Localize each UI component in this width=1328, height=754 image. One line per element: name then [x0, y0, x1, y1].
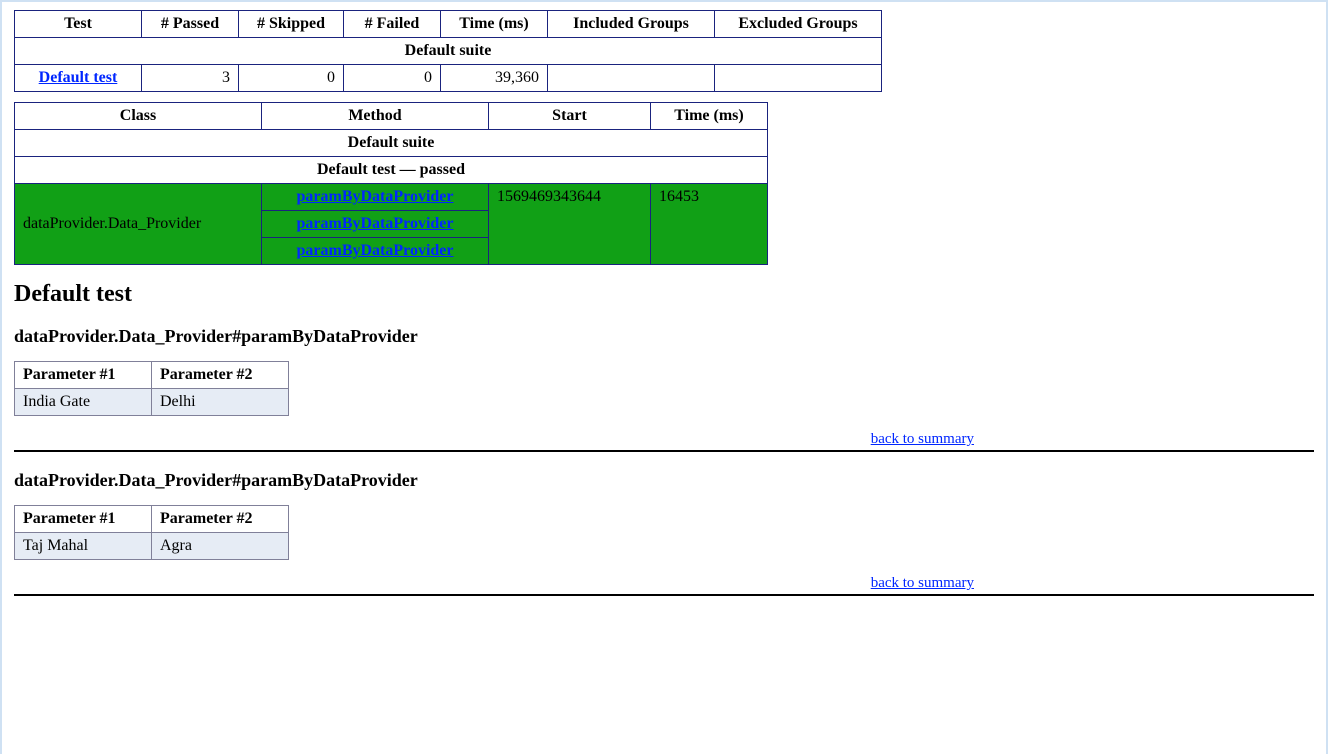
- param-value-2: Delhi: [152, 389, 289, 416]
- summary-suite-row: Default suite: [15, 38, 882, 65]
- params-value-row: India Gate Delhi: [15, 389, 289, 416]
- report-page: Test # Passed # Skipped # Failed Time (m…: [0, 0, 1328, 754]
- param-value-1: Taj Mahal: [15, 533, 152, 560]
- method-heading: dataProvider.Data_Provider#paramByDataPr…: [14, 470, 1314, 491]
- params-table: Parameter #1 Parameter #2 India Gate Del…: [14, 361, 289, 416]
- separator: [14, 450, 1314, 452]
- summary-table: Test # Passed # Skipped # Failed Time (m…: [14, 10, 882, 92]
- summary-test-link[interactable]: Default test: [39, 69, 118, 86]
- details-header-row: Class Method Start Time (ms): [15, 103, 768, 130]
- separator: [14, 594, 1314, 596]
- details-method-cell: paramByDataProvider: [262, 211, 489, 238]
- col-test: Test: [15, 11, 142, 38]
- summary-included: [548, 65, 715, 92]
- col-skipped: # Skipped: [239, 11, 344, 38]
- params-header-row: Parameter #1 Parameter #2: [15, 506, 289, 533]
- suite-label: Default suite: [15, 38, 882, 65]
- col-failed: # Failed: [344, 11, 441, 38]
- details-status-row: Default test — passed: [15, 157, 768, 184]
- col-included: Included Groups: [548, 11, 715, 38]
- back-wrap: back to summary: [14, 574, 1314, 592]
- col-excluded: Excluded Groups: [715, 11, 882, 38]
- params-value-row: Taj Mahal Agra: [15, 533, 289, 560]
- summary-test-name-cell: Default test: [15, 65, 142, 92]
- details-start: 1569469343644: [489, 184, 651, 265]
- details-suite-row: Default suite: [15, 130, 768, 157]
- details-suite-label: Default suite: [15, 130, 768, 157]
- param-value-2: Agra: [152, 533, 289, 560]
- col-time: Time (ms): [441, 11, 548, 38]
- params-header-row: Parameter #1 Parameter #2: [15, 362, 289, 389]
- summary-time: 39,360: [441, 65, 548, 92]
- details-row: dataProvider.Data_Provider paramByDataPr…: [15, 184, 768, 211]
- summary-failed: 0: [344, 65, 441, 92]
- details-method-link[interactable]: paramByDataProvider: [296, 215, 453, 232]
- col-method: Method: [262, 103, 489, 130]
- param-header-1: Parameter #1: [15, 506, 152, 533]
- param-header-1: Parameter #1: [15, 362, 152, 389]
- back-to-summary-link[interactable]: back to summary: [871, 575, 974, 591]
- details-time: 16453: [651, 184, 768, 265]
- back-wrap: back to summary: [14, 430, 1314, 448]
- details-method-cell: paramByDataProvider: [262, 238, 489, 265]
- details-method-cell: paramByDataProvider: [262, 184, 489, 211]
- summary-passed: 3: [142, 65, 239, 92]
- method-heading: dataProvider.Data_Provider#paramByDataPr…: [14, 326, 1314, 347]
- param-value-1: India Gate: [15, 389, 152, 416]
- summary-excluded: [715, 65, 882, 92]
- col-passed: # Passed: [142, 11, 239, 38]
- test-heading: Default test: [14, 281, 1314, 308]
- param-header-2: Parameter #2: [152, 362, 289, 389]
- col-dtime: Time (ms): [651, 103, 768, 130]
- summary-skipped: 0: [239, 65, 344, 92]
- back-to-summary-link[interactable]: back to summary: [871, 431, 974, 447]
- summary-header-row: Test # Passed # Skipped # Failed Time (m…: [15, 11, 882, 38]
- details-status-label: Default test — passed: [15, 157, 768, 184]
- details-method-link[interactable]: paramByDataProvider: [296, 242, 453, 259]
- param-header-2: Parameter #2: [152, 506, 289, 533]
- details-class: dataProvider.Data_Provider: [15, 184, 262, 265]
- col-class: Class: [15, 103, 262, 130]
- summary-data-row: Default test 3 0 0 39,360: [15, 65, 882, 92]
- params-table: Parameter #1 Parameter #2 Taj Mahal Agra: [14, 505, 289, 560]
- details-method-link[interactable]: paramByDataProvider: [296, 188, 453, 205]
- col-start: Start: [489, 103, 651, 130]
- details-table: Class Method Start Time (ms) Default sui…: [14, 102, 768, 265]
